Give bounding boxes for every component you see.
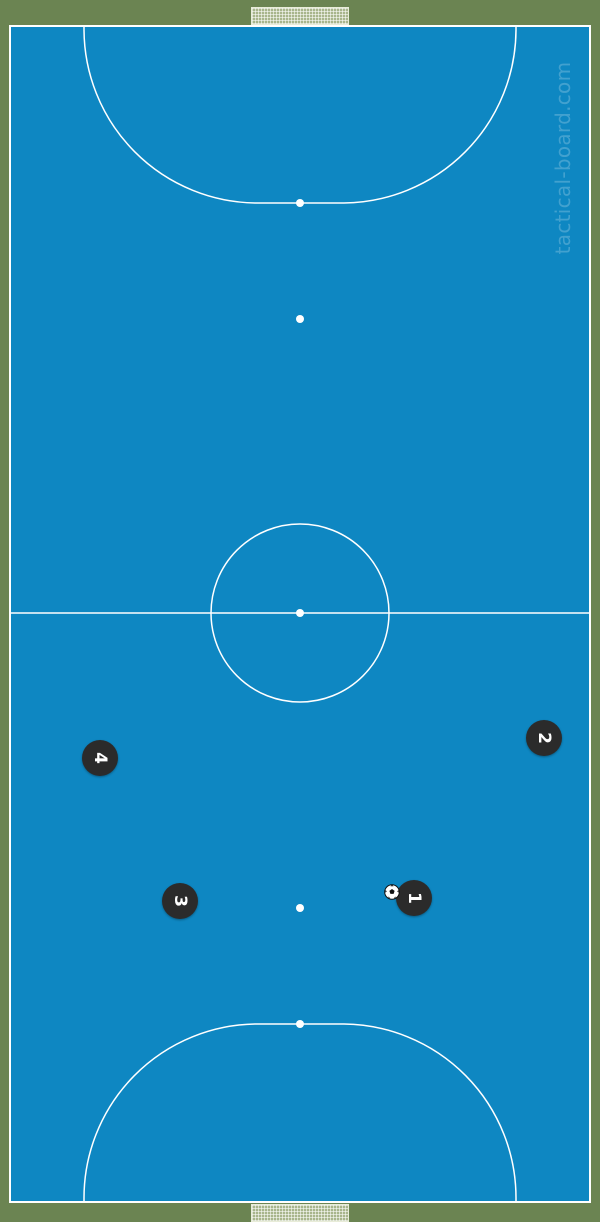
bottom-second-penalty-spot — [296, 904, 304, 912]
top-penalty-area — [83, 26, 517, 204]
top-penalty-spot — [296, 199, 304, 207]
top-second-penalty-spot — [296, 315, 304, 323]
player-number: 3 — [170, 895, 190, 907]
tactics-board: tactical-board.com 1 2 3 4 — [0, 0, 600, 1222]
center-spot — [296, 609, 304, 617]
player-number: 2 — [534, 732, 554, 744]
soccer-ball-icon[interactable] — [384, 884, 400, 900]
bottom-penalty-spot — [296, 1020, 304, 1028]
watermark: tactical-board.com — [551, 61, 575, 255]
player-number: 4 — [90, 752, 110, 764]
player-token-1[interactable]: 1 — [396, 880, 432, 916]
player-token-2[interactable]: 2 — [526, 720, 562, 756]
bottom-penalty-area — [83, 1023, 517, 1202]
player-token-3[interactable]: 3 — [162, 883, 198, 919]
player-token-4[interactable]: 4 — [82, 740, 118, 776]
court-markings — [10, 26, 590, 1202]
player-number: 1 — [404, 892, 424, 904]
